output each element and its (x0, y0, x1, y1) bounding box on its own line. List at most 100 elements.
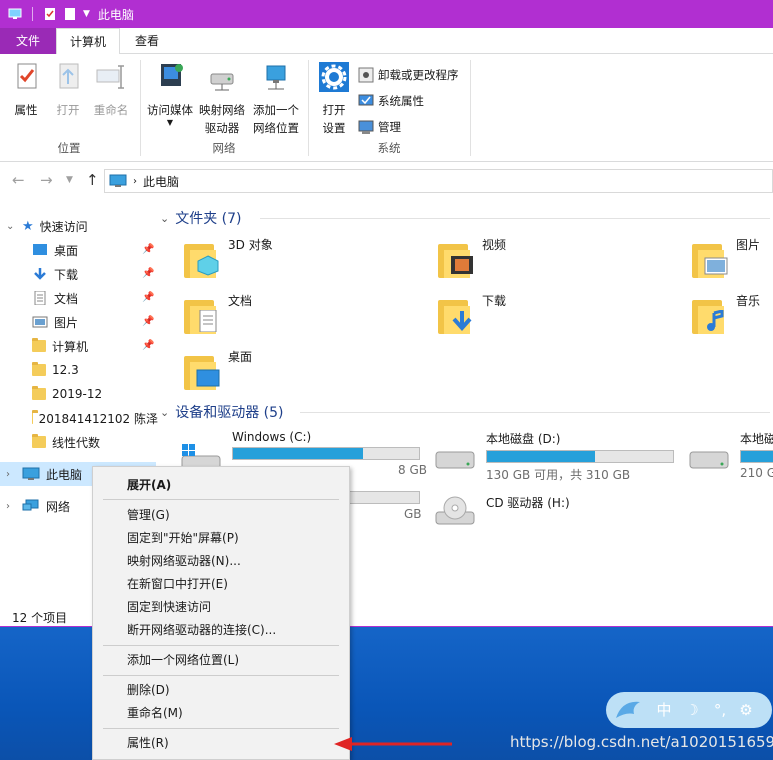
open-button[interactable]: 打开 (50, 60, 86, 119)
address-bar[interactable]: › 此电脑 (104, 169, 773, 193)
drive-usage-bar (740, 450, 773, 463)
address-row: ← → ▼ ↑ › 此电脑 (0, 163, 773, 197)
drive-d[interactable]: 本地磁盘 (D:) 130 GB 可用，共 310 GB (434, 430, 674, 483)
status-item-count: 12 个项目 (12, 611, 68, 625)
nav-item-linear-algebra[interactable]: 线性代数 (32, 430, 100, 454)
drive-e[interactable]: 本地磁 210 G (688, 430, 773, 480)
nav-item-2019-12[interactable]: 2019-12 (32, 382, 102, 406)
chevron-down-icon[interactable]: ▼ (66, 175, 73, 185)
input-method-widget[interactable]: 中 ☽ °, ⚙ (606, 692, 772, 728)
open-settings-label-1: 打开 (322, 103, 346, 117)
document-icon (199, 310, 217, 332)
dolphin-icon (616, 701, 640, 718)
nav-item-documents[interactable]: 文档 📌 (32, 286, 156, 310)
hard-drive-icon (435, 451, 475, 469)
menu-item-expand[interactable]: 展开(A) (127, 475, 171, 495)
folder-videos[interactable]: 视频 (438, 236, 506, 278)
properties-icon (17, 63, 37, 89)
drive-name: 本地磁盘 (D:) (486, 432, 561, 446)
nav-item-label: 201841412102 陈泽 (38, 411, 158, 426)
menu-item-add-network-location[interactable]: 添加一个网络位置(L) (127, 650, 239, 670)
nav-item-12-3[interactable]: 12.3 (32, 358, 79, 382)
menu-item-disconnect-drive[interactable]: 断开网络驱动器的连接(C)... (127, 620, 276, 640)
nav-item-student-folder[interactable]: 201841412102 陈泽 (32, 406, 158, 430)
widget-label[interactable]: 中 (654, 700, 674, 720)
pin-icon[interactable]: 📌 (142, 268, 154, 280)
nav-quick-access[interactable]: ⌄ ★ 快速访问 (6, 214, 88, 238)
folder-music[interactable]: 音乐 (692, 292, 760, 334)
open-settings-button[interactable]: 打开 设置 (314, 60, 354, 137)
new-folder-icon[interactable] (63, 7, 77, 21)
map-network-drive-button[interactable]: 映射网络 驱动器 (196, 60, 248, 137)
nav-item-pictures[interactable]: 图片 📌 (32, 310, 156, 334)
punctuation-icon[interactable]: °, (710, 700, 730, 720)
access-media-button[interactable]: 访问媒体 ▼ (144, 60, 196, 127)
menu-item-pin-quick-access[interactable]: 固定到快速访问 (127, 597, 211, 617)
tab-computer[interactable]: 计算机 (56, 28, 120, 55)
system-properties-button[interactable]: 系统属性 (358, 90, 424, 112)
rename-label: 重命名 (93, 103, 129, 117)
nav-item-computer[interactable]: 计算机 📌 (32, 334, 156, 358)
folder-documents[interactable]: 文档 (184, 292, 253, 334)
manage-button[interactable]: 管理 (358, 116, 401, 138)
network-drive-icon (210, 73, 234, 91)
moon-icon[interactable]: ☽ (682, 700, 702, 720)
chevron-right-icon[interactable]: › (6, 469, 16, 480)
back-arrow-icon[interactable]: ← (12, 171, 25, 189)
menu-item-manage[interactable]: 管理(G) (127, 505, 170, 525)
chevron-right-icon[interactable]: › (6, 501, 16, 512)
computer-icon (109, 174, 127, 187)
folder-icon (184, 296, 220, 334)
nav-item-label: 12.3 (52, 363, 79, 377)
folder-desktop[interactable]: 桌面 (184, 348, 252, 390)
gear-icon[interactable]: ⚙ (736, 700, 756, 720)
menu-item-properties[interactable]: 属性(R) (127, 733, 169, 753)
film-icon (451, 256, 473, 274)
folder-label: 文档 (228, 294, 253, 308)
menu-item-pin-start[interactable]: 固定到"开始"屏幕(P) (127, 528, 239, 548)
network-group-label: 网络 (212, 141, 236, 155)
folder-3d-objects[interactable]: 3D 对象 (184, 236, 273, 278)
chevron-down-icon[interactable]: ⌄ (6, 221, 16, 232)
media-icon (161, 64, 183, 86)
nav-network[interactable]: › 网络 (6, 494, 70, 518)
manage-icon (358, 120, 374, 134)
pin-icon[interactable]: 📌 (142, 340, 154, 352)
chevron-down-icon[interactable]: ▼ (83, 9, 90, 19)
gear-icon (319, 62, 349, 92)
pin-icon[interactable]: 📌 (142, 244, 154, 256)
nav-item-label: 下载 (54, 267, 79, 282)
nav-item-desktop[interactable]: 桌面 📌 (32, 238, 156, 262)
drive-usage-fill (487, 451, 595, 462)
menu-item-delete[interactable]: 删除(D) (127, 680, 170, 700)
folder-pictures[interactable]: 图片 (692, 236, 760, 278)
cube-icon (197, 255, 219, 276)
download-icon (34, 268, 46, 280)
tab-file[interactable]: 文件 (0, 28, 56, 54)
add-network-location-button[interactable]: 添加一个 网络位置 (248, 60, 304, 137)
nav-item-label: 线性代数 (52, 435, 101, 450)
up-arrow-icon[interactable]: ↑ (86, 171, 99, 189)
desktop-icon (196, 369, 220, 387)
menu-item-open-new-window[interactable]: 在新窗口中打开(E) (127, 574, 228, 594)
uninstall-program-button[interactable]: 卸载或更改程序 (358, 64, 459, 86)
folders-section-header[interactable]: ⌄ 文件夹 (7) (160, 208, 242, 228)
drive-name: Windows (C:) (232, 430, 312, 444)
properties-button[interactable]: 属性 (8, 60, 44, 119)
pin-icon[interactable]: 📌 (142, 292, 154, 304)
folder-icon (692, 296, 728, 334)
tab-view[interactable]: 查看 (124, 28, 170, 54)
menu-separator (103, 499, 339, 500)
menu-item-rename[interactable]: 重命名(M) (127, 703, 183, 723)
forward-arrow-icon[interactable]: → (40, 171, 53, 189)
drives-section-header[interactable]: ⌄ 设备和驱动器 (5) (160, 402, 284, 422)
rename-button[interactable]: 重命名 (90, 60, 132, 119)
menu-item-map-drive[interactable]: 映射网络驱动器(N)... (127, 551, 241, 571)
folder-downloads[interactable]: 下载 (438, 292, 506, 334)
properties-icon[interactable] (43, 7, 57, 21)
pin-icon[interactable]: 📌 (142, 316, 154, 328)
red-arrow-annotation (334, 737, 452, 751)
drive-h[interactable]: CD 驱动器 (H:) (434, 494, 570, 526)
network-location-icon (266, 65, 286, 90)
nav-item-downloads[interactable]: 下载 📌 (32, 262, 156, 286)
